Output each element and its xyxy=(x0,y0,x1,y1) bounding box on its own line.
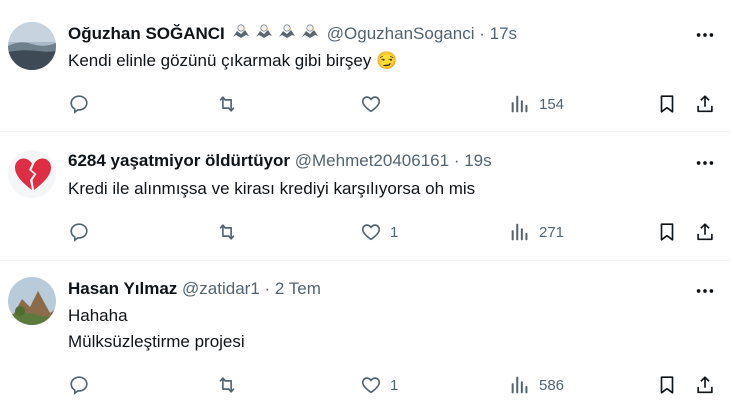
separator-dot: · xyxy=(264,279,271,298)
user-handle[interactable]: @OguzhanSoganci xyxy=(327,24,475,43)
views-count: 586 xyxy=(539,376,565,394)
like-count: 1 xyxy=(390,223,399,241)
reply-icon xyxy=(70,95,88,114)
views-chart-icon xyxy=(511,376,528,394)
retweet-button[interactable] xyxy=(216,373,246,397)
timestamp[interactable]: 2 Tem xyxy=(275,279,321,298)
share-icon xyxy=(697,376,713,394)
avatar[interactable] xyxy=(8,277,56,325)
views-count: 154 xyxy=(539,95,565,113)
eagle-emoji-icon xyxy=(278,24,295,38)
more-options-icon[interactable] xyxy=(694,24,716,46)
views-chart-icon xyxy=(511,223,528,241)
tweet[interactable]: Oğuzhan SOĞANCI @OguzhanSoganci · 17s Ken… xyxy=(0,0,730,130)
broken-heart-icon xyxy=(15,158,51,190)
avatar[interactable] xyxy=(8,150,56,198)
action-bar: 154 xyxy=(0,92,730,116)
separator-dot: · xyxy=(479,24,485,43)
reply-icon xyxy=(70,223,88,242)
timestamp[interactable]: 17s xyxy=(490,24,517,43)
tweet-header: Hasan Yılmaz @zatidar1 · 2 Tem xyxy=(68,278,321,300)
retweet-icon xyxy=(219,377,235,393)
reply-feed: Oğuzhan SOĞANCI @OguzhanSoganci · 17s Ken… xyxy=(0,0,730,420)
bookmark-button[interactable] xyxy=(656,92,678,116)
like-count: 1 xyxy=(390,376,399,394)
bookmark-button[interactable] xyxy=(656,220,678,244)
like-button[interactable] xyxy=(360,92,390,116)
views-button[interactable]: 271 xyxy=(509,220,564,244)
tweet-text-line: Kendi elinle gözünü çıkarmak gibi birşey… xyxy=(68,51,398,70)
tweet-text-line: Kredi ile alınmışsa ve kirası krediyi ka… xyxy=(68,179,476,198)
share-icon xyxy=(697,223,713,241)
views-count: 271 xyxy=(539,223,565,241)
user-name[interactable]: Hasan Yılmaz xyxy=(68,279,177,298)
eagle-emoji-icon xyxy=(232,24,249,38)
share-icon xyxy=(697,95,713,113)
retweet-icon xyxy=(219,224,235,240)
reply-button[interactable] xyxy=(68,220,98,244)
like-button[interactable]: 1 xyxy=(360,373,398,397)
more-options-icon[interactable] xyxy=(694,280,716,302)
heart-icon xyxy=(361,96,381,113)
bookmark-icon xyxy=(660,376,674,394)
user-name[interactable]: Oğuzhan SOĞANCI xyxy=(68,24,225,43)
user-handle[interactable]: @zatidar1 xyxy=(182,279,260,298)
eagle-emoji-icon xyxy=(301,24,318,38)
like-button[interactable]: 1 xyxy=(360,220,398,244)
views-chart-icon xyxy=(511,95,528,113)
retweet-button[interactable] xyxy=(216,220,246,244)
tweet-text-line: Mülksüzleştirme projesi xyxy=(68,332,245,351)
tweet-header: Oğuzhan SOĞANCI @OguzhanSoganci · 17s xyxy=(68,22,517,48)
more-options-icon[interactable] xyxy=(694,152,716,174)
tweet-text-line: Hahaha xyxy=(68,306,128,325)
separator-dot: · xyxy=(453,151,460,170)
tweet-text: Kendi elinle gözünü çıkarmak gibi birşey… xyxy=(68,48,397,74)
tweet-header: 6284 yaşatmiyor öldürtüyor @Mehmet204061… xyxy=(68,150,492,172)
timestamp[interactable]: 19s xyxy=(464,151,491,170)
views-button[interactable]: 154 xyxy=(509,92,564,116)
reply-icon xyxy=(70,376,88,395)
share-button[interactable] xyxy=(694,373,716,397)
views-button[interactable]: 586 xyxy=(509,373,564,397)
bookmark-button[interactable] xyxy=(656,373,678,397)
tweet-text: Hahaha Mülksüzleştirme projesi xyxy=(68,303,245,355)
heart-icon xyxy=(361,224,381,241)
retweet-button[interactable] xyxy=(216,92,246,116)
bookmark-icon xyxy=(660,223,674,241)
tweet-text: Kredi ile alınmışsa ve kirası krediyi ka… xyxy=(68,176,475,202)
tweet[interactable]: Hasan Yılmaz @zatidar1 · 2 Tem Hahaha Mü… xyxy=(0,261,730,420)
share-button[interactable] xyxy=(694,92,716,116)
action-bar: 1 271 xyxy=(0,220,730,244)
heart-icon xyxy=(361,377,381,394)
reply-button[interactable] xyxy=(68,92,98,116)
user-name[interactable]: 6284 yaşatmiyor öldürtüyor xyxy=(68,151,290,170)
user-handle[interactable]: @Mehmet20406161 xyxy=(295,151,449,170)
action-bar: 1 586 xyxy=(0,373,730,397)
share-button[interactable] xyxy=(694,220,716,244)
tweet[interactable]: 6284 yaşatmiyor öldürtüyor @Mehmet204061… xyxy=(0,132,730,260)
retweet-icon xyxy=(219,96,235,112)
avatar[interactable] xyxy=(8,22,56,70)
reply-button[interactable] xyxy=(68,373,98,397)
eagle-emoji-icon xyxy=(255,24,272,38)
bookmark-icon xyxy=(660,95,674,113)
badge-group xyxy=(231,22,323,48)
